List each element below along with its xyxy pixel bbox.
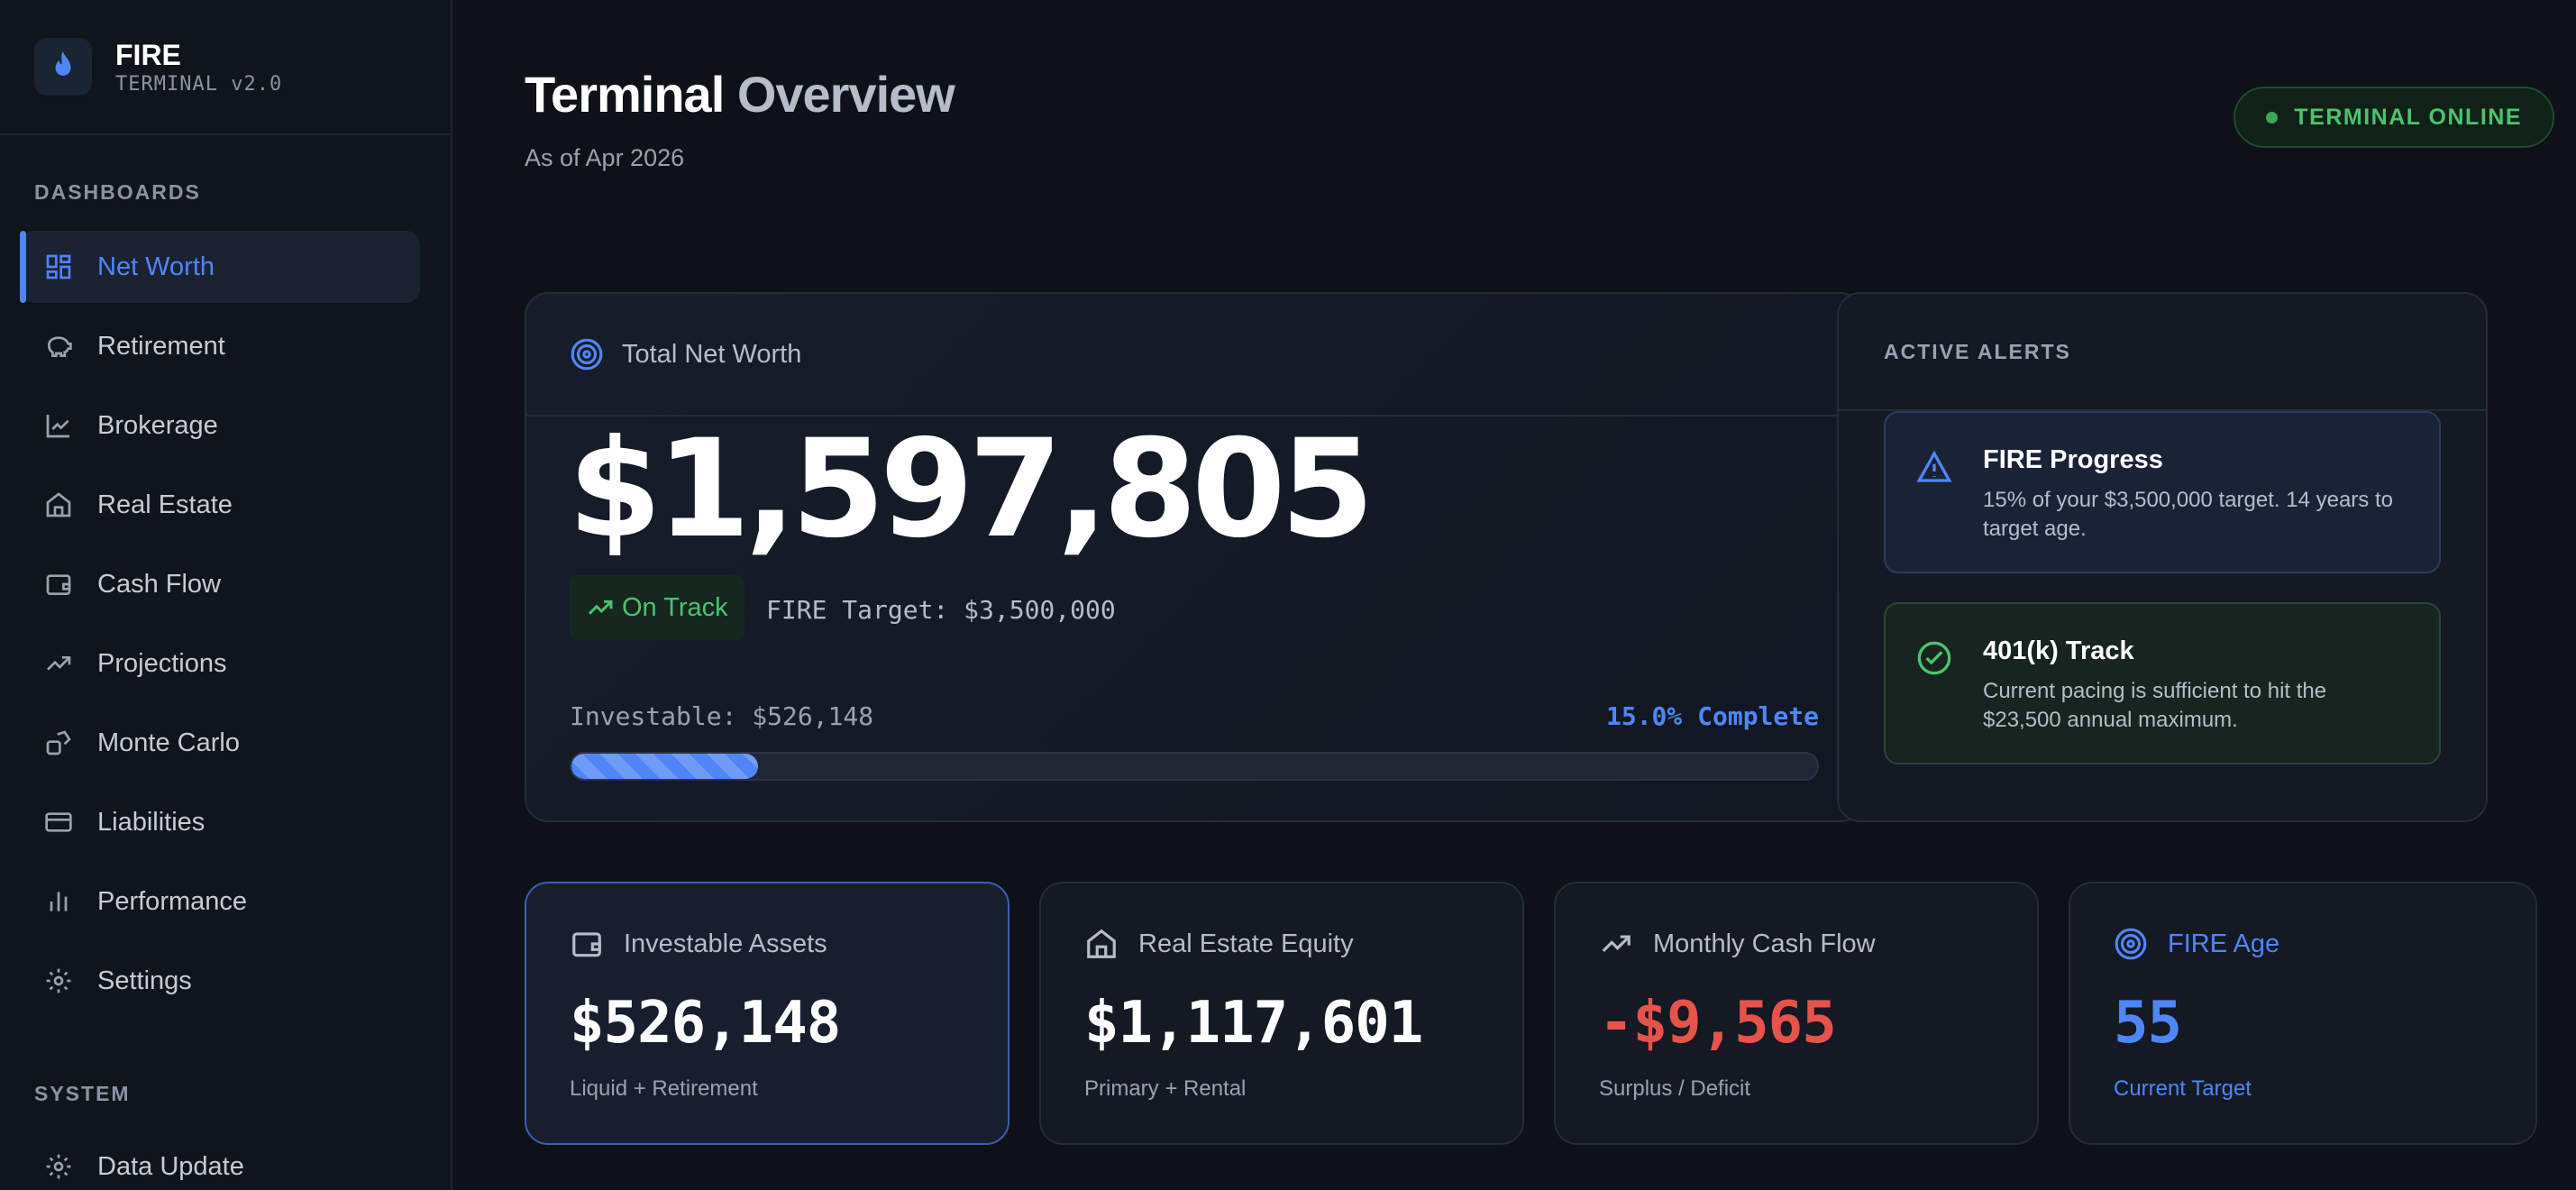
main-content: Terminal Overview As of Apr 2026 TERMINA…	[452, 0, 2576, 1190]
dice-icon	[43, 728, 74, 758]
stat-card-real-estate-equity[interactable]: Real Estate Equity $1,117,601 Primary + …	[1039, 882, 1524, 1145]
stat-label: Investable Assets	[624, 929, 827, 958]
sidebar-item-label: Monte Carlo	[97, 728, 240, 757]
trending-up-icon	[1599, 927, 1633, 961]
stat-header: FIRE Age	[2114, 927, 2492, 961]
sidebar-item-brokerage[interactable]: Brokerage	[20, 389, 420, 462]
page-title: Terminal Overview	[525, 65, 955, 124]
status-text: TERMINAL ONLINE	[2294, 104, 2522, 130]
brand-name: FIRE	[115, 38, 181, 71]
sidebar-item-label: Cash Flow	[97, 569, 221, 599]
brand: FIRE TERMINAL v2.0	[0, 0, 451, 135]
credit-card-icon	[43, 807, 74, 838]
sidebar-item-label: Settings	[97, 966, 192, 995]
alert-title: FIRE Progress	[1983, 445, 2163, 474]
alert-fire-progress[interactable]: FIRE Progress 15% of your $3,500,000 tar…	[1884, 411, 2441, 573]
sidebar-item-cash-flow[interactable]: Cash Flow	[20, 548, 420, 620]
page-title-primary: Terminal	[525, 66, 725, 123]
investable-label: Investable: $526,148	[570, 701, 874, 731]
stat-header: Investable Assets	[570, 927, 964, 961]
sidebar-system-nav: Data Update	[0, 1130, 451, 1190]
net-worth-card: Total Net Worth $1,597,805 On Track FIRE…	[525, 292, 1864, 822]
line-chart-icon	[43, 410, 74, 441]
wallet-icon	[43, 569, 74, 600]
alerts-header: ACTIVE ALERTS	[1839, 294, 2486, 411]
trending-up-icon	[43, 648, 74, 679]
flame-icon	[34, 38, 92, 96]
stat-label: Monthly Cash Flow	[1653, 929, 1876, 958]
gear-icon	[43, 966, 74, 996]
alert-title: 401(k) Track	[1983, 636, 2134, 665]
wallet-icon	[570, 927, 604, 961]
warning-icon	[1916, 449, 1952, 490]
sidebar-item-settings[interactable]: Settings	[20, 945, 420, 1017]
bar-chart-icon	[43, 886, 74, 917]
status-badge: TERMINAL ONLINE	[2233, 87, 2554, 148]
stat-subtext: Liquid + Retirement	[570, 1076, 758, 1101]
section-label-dashboards: DASHBOARDS	[34, 180, 201, 204]
stat-card-fire-age[interactable]: FIRE Age 55 Current Target	[2069, 882, 2537, 1145]
net-worth-card-header: Total Net Worth	[526, 294, 1862, 416]
on-track-label: On Track	[622, 592, 728, 622]
target-icon	[2114, 927, 2148, 961]
status-dot-icon	[2266, 111, 2279, 124]
stat-subtext: Primary + Rental	[1084, 1076, 1247, 1101]
stat-value: 55	[2114, 990, 2182, 1057]
sidebar-item-label: Data Update	[97, 1151, 244, 1181]
section-label-system: SYSTEM	[34, 1082, 131, 1105]
sidebar-item-label: Net Worth	[97, 252, 215, 281]
on-track-badge: On Track	[570, 575, 744, 640]
page-title-secondary: Overview	[736, 66, 955, 123]
stat-header: Monthly Cash Flow	[1599, 927, 1994, 961]
sidebar-item-label: Retirement	[97, 331, 225, 361]
grid-icon	[43, 252, 74, 282]
stat-card-monthly-cash-flow[interactable]: Monthly Cash Flow -$9,565 Surplus / Defi…	[1554, 882, 2039, 1145]
sidebar-item-label: Liabilities	[97, 807, 206, 837]
stat-label: FIRE Age	[2168, 929, 2280, 958]
alert-description: Current pacing is sufficient to hit the …	[1983, 679, 2327, 732]
sidebar-item-label: Real Estate	[97, 490, 233, 519]
sidebar-item-retirement[interactable]: Retirement	[20, 310, 420, 382]
target-icon	[570, 337, 604, 371]
fire-target: FIRE Target: $3,500,000	[766, 595, 1116, 625]
home-icon	[1084, 927, 1119, 961]
app-root: FIRE TERMINAL v2.0 DASHBOARDS Net Worth …	[0, 0, 2576, 1190]
piggy-bank-icon	[43, 331, 74, 362]
gear-icon	[43, 1151, 74, 1182]
sidebar-nav: Net Worth Retirement Brokerage Real Esta…	[0, 231, 451, 1024]
sidebar-item-performance[interactable]: Performance	[20, 865, 420, 938]
stat-card-investable-assets[interactable]: Investable Assets $526,148 Liquid + Reti…	[525, 882, 1009, 1145]
stat-value: -$9,565	[1599, 990, 1837, 1057]
stat-value: $526,148	[570, 990, 841, 1057]
sidebar-item-real-estate[interactable]: Real Estate	[20, 469, 420, 541]
stat-header: Real Estate Equity	[1084, 927, 1479, 961]
sidebar-item-data-update[interactable]: Data Update	[20, 1130, 420, 1190]
stat-subtext: Current Target	[2114, 1076, 2252, 1101]
brand-version: TERMINAL v2.0	[115, 72, 283, 96]
page-subtitle: As of Apr 2026	[525, 144, 685, 171]
progress-bar-fill	[571, 754, 759, 779]
sidebar-item-label: Projections	[97, 648, 227, 678]
alert-description: 15% of your $3,500,000 target. 14 years …	[1983, 488, 2393, 541]
sidebar-item-monte-carlo[interactable]: Monte Carlo	[20, 707, 420, 779]
home-icon	[43, 490, 74, 520]
net-worth-value: $1,597,805	[568, 411, 1375, 568]
sidebar-item-label: Brokerage	[97, 410, 218, 440]
sidebar-item-label: Performance	[97, 886, 248, 916]
net-worth-label: Total Net Worth	[622, 339, 802, 369]
alert-401k-track[interactable]: 401(k) Track Current pacing is sufficien…	[1884, 602, 2441, 764]
active-alerts-card: ACTIVE ALERTS FIRE Progress 15% of your …	[1837, 292, 2488, 822]
sidebar: FIRE TERMINAL v2.0 DASHBOARDS Net Worth …	[0, 0, 452, 1190]
check-circle-icon	[1916, 640, 1952, 681]
completion-label: 15.0% Complete	[1605, 701, 1819, 731]
sidebar-item-liabilities[interactable]: Liabilities	[20, 786, 420, 858]
sidebar-item-net-worth[interactable]: Net Worth	[20, 231, 420, 303]
trending-up-icon	[586, 593, 615, 622]
sidebar-item-projections[interactable]: Projections	[20, 627, 420, 700]
stat-subtext: Surplus / Deficit	[1599, 1076, 1751, 1101]
progress-bar	[570, 752, 1819, 781]
stat-value: $1,117,601	[1084, 990, 1423, 1057]
stat-label: Real Estate Equity	[1138, 929, 1354, 958]
